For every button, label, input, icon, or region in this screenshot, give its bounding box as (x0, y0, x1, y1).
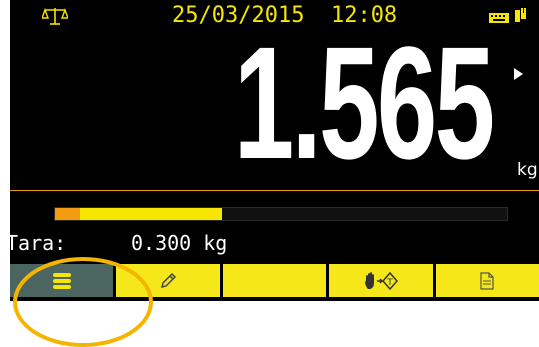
capacity-bargraph (54, 207, 508, 221)
scale-display: 25/03/2015 12:08 1.565 kg Tara: 0.300 kg (10, 0, 539, 301)
softkey-bar: T (10, 264, 539, 297)
weight-readout: 1.565 (233, 13, 494, 192)
pencil-icon (161, 272, 177, 288)
edit-softkey[interactable] (116, 264, 220, 297)
tare-softkey[interactable]: T (329, 264, 433, 297)
menu-icon (52, 272, 71, 289)
tare-value: 0.300 kg (131, 231, 228, 255)
bargraph-fill (55, 208, 222, 220)
balance-scale-icon (42, 8, 68, 25)
power-plug-icon (515, 8, 526, 22)
svg-text:T: T (386, 278, 393, 288)
menu-softkey[interactable] (10, 264, 114, 297)
report-softkey[interactable] (435, 264, 539, 297)
tare-label: Tara: (10, 231, 67, 255)
hand-tare-icon: T (364, 271, 398, 290)
document-icon (480, 271, 494, 290)
stable-indicator-icon (514, 68, 523, 80)
blank-softkey[interactable] (222, 264, 327, 297)
weight-unit: kg (517, 160, 538, 180)
divider (10, 190, 539, 191)
bargraph-tare (55, 208, 80, 220)
